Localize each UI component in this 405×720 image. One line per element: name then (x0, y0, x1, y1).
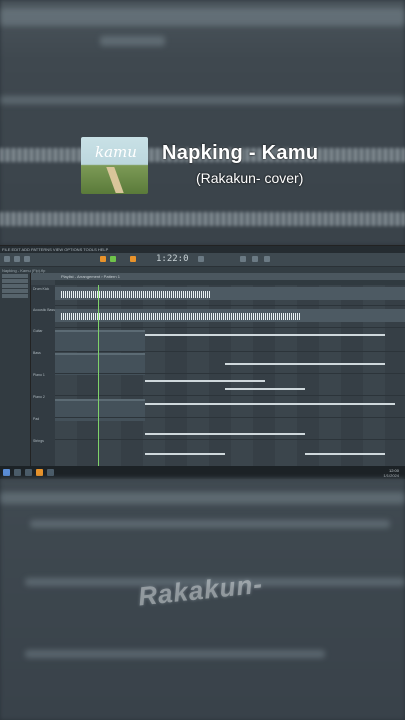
time-display: 1:22:0 (156, 254, 189, 264)
play-icon[interactable] (14, 256, 20, 262)
blurred-waveform-2 (0, 212, 405, 226)
lane-divider (55, 395, 405, 396)
track-name[interactable]: Drum Kick (33, 287, 49, 291)
note-clip[interactable] (145, 403, 395, 405)
menu-icon[interactable] (4, 256, 10, 262)
lane-divider (55, 327, 405, 328)
blurred-background-top (0, 0, 405, 245)
blurred-field (100, 36, 165, 46)
record-icon[interactable] (100, 256, 106, 262)
lane-divider (55, 417, 405, 418)
taskbar-clock: 12:00 1/1/2024 (383, 468, 399, 478)
browser-item[interactable] (2, 274, 28, 278)
note-clip[interactable] (225, 363, 385, 365)
toolbar: 1:22:0 (0, 253, 405, 267)
mixer-icon[interactable] (240, 256, 246, 262)
daw-window: FILE EDIT ADD PATTERNS VIEW OPTIONS TOOL… (0, 245, 405, 479)
note-clip[interactable] (145, 380, 265, 382)
blurred-track (0, 96, 405, 104)
browser-item[interactable] (2, 284, 28, 288)
track-name[interactable]: Guitar (33, 329, 43, 333)
track-headers: Drum Kick Acoustic Bass Guitar Bass Pian… (31, 285, 55, 466)
note-clip[interactable] (145, 453, 225, 455)
browser-item[interactable] (2, 294, 28, 298)
note-clip[interactable] (145, 334, 385, 336)
waveform (61, 313, 301, 320)
lane-divider (55, 351, 405, 352)
browser-item[interactable] (2, 279, 28, 283)
lane-divider (55, 439, 405, 440)
album-cover: kamu (81, 137, 148, 194)
note-clip[interactable] (145, 433, 305, 435)
menu-bar[interactable]: FILE EDIT ADD PATTERNS VIEW OPTIONS TOOL… (0, 246, 405, 253)
blurred-track (30, 520, 390, 528)
track-name[interactable]: Piano 2 (33, 395, 45, 399)
blurred-toolbar (0, 8, 405, 26)
note-clip[interactable] (225, 388, 305, 390)
taskbar-app-icon[interactable] (14, 469, 21, 476)
track-name[interactable]: Strings (33, 439, 44, 443)
tempo-icon[interactable] (130, 256, 136, 262)
pattern-clip[interactable] (55, 353, 145, 375)
track-name[interactable]: Piano 1 (33, 373, 45, 377)
cover-path (106, 167, 124, 193)
playlist-panel: Playlist - Arrangement › Pattern 1 Drum … (31, 273, 405, 466)
channel-rack-icon[interactable] (252, 256, 258, 262)
fl-studio-icon[interactable] (36, 469, 43, 476)
audio-clip[interactable] (55, 309, 405, 322)
track-name[interactable]: Pad (33, 417, 39, 421)
track-name[interactable]: Acoustic Bass (33, 308, 55, 312)
playlist-lanes[interactable] (55, 285, 405, 466)
audio-clip[interactable] (55, 287, 405, 300)
taskbar-app-icon[interactable] (25, 469, 32, 476)
taskbar-app-icon[interactable] (47, 469, 54, 476)
lane-divider (55, 373, 405, 374)
start-icon[interactable] (3, 469, 10, 476)
note-clip[interactable] (305, 453, 385, 455)
pattern-clip[interactable] (55, 330, 145, 352)
piano-roll-icon[interactable] (264, 256, 270, 262)
cover-title: kamu (95, 143, 137, 161)
browser-item[interactable] (2, 289, 28, 293)
playlist-title: Playlist - Arrangement › Pattern 1 (31, 273, 405, 280)
cpu-meter-icon (198, 256, 204, 262)
pattern-icon[interactable] (110, 256, 116, 262)
blurred-track (25, 650, 325, 658)
track-name[interactable]: Bass (33, 351, 41, 355)
playhead[interactable] (98, 285, 99, 466)
song-subtitle: (Rakakun- cover) (196, 170, 304, 186)
waveform (61, 291, 211, 298)
lane-divider (55, 305, 405, 306)
stop-icon[interactable] (24, 256, 30, 262)
browser-panel (0, 273, 31, 466)
song-title: Napking - Kamu (162, 142, 319, 164)
blurred-toolbar (0, 492, 405, 504)
